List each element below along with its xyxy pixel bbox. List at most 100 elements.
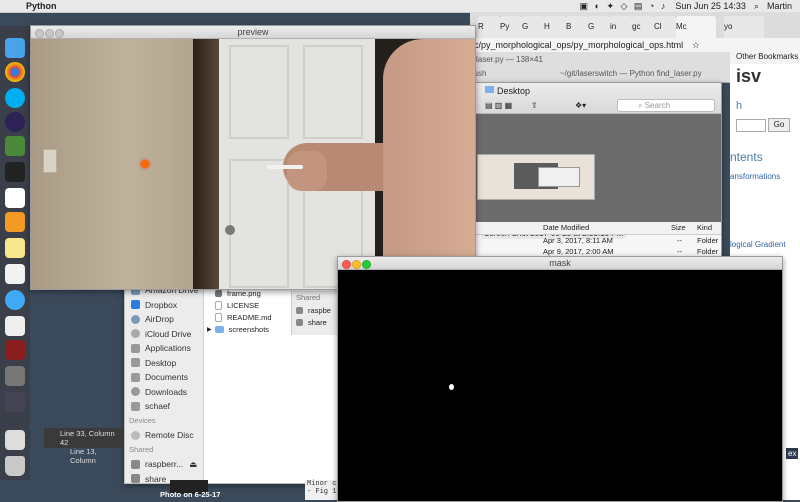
close-button[interactable] (342, 260, 351, 269)
utilities-icon[interactable] (5, 366, 25, 386)
eject-icon[interactable]: ⏏ (189, 459, 197, 470)
server-icon (131, 474, 140, 483)
eclipse-icon[interactable] (5, 112, 25, 132)
clock[interactable]: Sun Jun 25 14:33 (675, 1, 746, 11)
chrome-tab[interactable]: G (522, 16, 544, 38)
row-kind: Folder (697, 236, 719, 245)
search-icon[interactable]: ⌕ (754, 1, 759, 12)
dropbox-menu-icon[interactable]: ❖▾ (575, 101, 586, 110)
go-button[interactable]: Go (768, 118, 790, 132)
col-kind[interactable]: Kind (697, 222, 712, 234)
other-bookmarks[interactable]: Other Bookmarks (730, 52, 798, 61)
share-button[interactable]: ⇪ (531, 101, 538, 110)
applications-icon (131, 343, 140, 353)
icon-view-area: Screen Shot 2017-06-25 at 2.33.18 PM (471, 114, 721, 239)
mask-frame[interactable] (338, 270, 782, 501)
server-icon (296, 318, 303, 326)
preview-titlebar[interactable]: preview (31, 26, 475, 39)
launchpad-icon[interactable] (5, 392, 25, 412)
icloud-icon (131, 329, 140, 339)
chrome-tab[interactable]: yo (724, 16, 764, 38)
server-icon (296, 306, 303, 314)
textedit-icon[interactable] (5, 264, 25, 284)
toc-link[interactable]: ansformations (730, 172, 780, 181)
notes-icon[interactable] (5, 238, 25, 258)
finder-icon[interactable] (5, 38, 25, 58)
minimize-button[interactable] (352, 260, 361, 269)
sidebar-item-airdrop[interactable]: AirDrop (125, 312, 203, 327)
sidebar-item-desktop[interactable]: Desktop (125, 356, 203, 371)
search-field[interactable]: ⌕ Search (617, 99, 715, 112)
col-date-modified[interactable]: Date Modified (543, 222, 589, 234)
preview-window: preview (30, 25, 476, 290)
screenshot-thumbnail[interactable] (477, 154, 595, 200)
file-item[interactable]: LICENSE (205, 299, 291, 311)
sidebar-item-home[interactable]: schaef (125, 399, 203, 414)
sublime-text-icon[interactable] (5, 212, 25, 232)
row-size: -- (677, 247, 682, 256)
chrome-icon[interactable] (5, 62, 25, 82)
star-icon[interactable]: ☆ (692, 38, 700, 52)
photo-booth-icon[interactable] (5, 340, 25, 360)
file-item[interactable]: README.md (205, 311, 291, 323)
chrome-tab[interactable]: H (544, 16, 566, 38)
trash-icon[interactable] (5, 456, 25, 476)
chrome-tab[interactable]: B (566, 16, 588, 38)
chrome-tab[interactable]: gc (632, 16, 654, 38)
chrome-tab[interactable]: Py (500, 16, 522, 38)
search-placeholder: Search (644, 101, 671, 110)
sidebar-item-documents[interactable]: Documents (125, 370, 203, 385)
chrome-tab[interactable]: R (478, 16, 500, 38)
mask-window: mask (337, 256, 783, 502)
skype-icon[interactable] (5, 88, 25, 108)
sidebar-item-applications[interactable]: Applications (125, 341, 203, 356)
app-name[interactable]: Python (26, 1, 57, 11)
sidebar-item-dropbox[interactable]: Dropbox (125, 298, 203, 313)
pages-icon[interactable] (5, 316, 25, 336)
chrome-tab-active[interactable]: Mc (676, 16, 716, 38)
table-row[interactable]: Apr 3, 2017, 8:11 AM -- Folder (471, 235, 721, 246)
shared-header: Shared (296, 293, 321, 302)
editor-status-bar: Line 33, Column 42 Line 13, Column (44, 428, 124, 465)
shared-item[interactable]: raspbe (292, 304, 339, 316)
calendar-icon[interactable] (5, 188, 25, 208)
chrome-tab[interactable]: in (610, 16, 632, 38)
camera-frame[interactable] (31, 39, 475, 289)
door-knob (225, 225, 235, 235)
zoom-button[interactable] (55, 29, 64, 38)
sublime-icon[interactable] (5, 136, 25, 156)
terminal-icon[interactable] (5, 162, 25, 182)
toc-link[interactable]: logical Gradient (730, 240, 786, 249)
photo-caption: Photo on 6-25-17 (160, 490, 221, 499)
disclosure-triangle-icon[interactable]: ▶ (207, 326, 212, 333)
address-bar[interactable]: c/py_morphological_ops/py_morphological_… (470, 38, 800, 53)
url-text[interactable]: c/py_morphological_ops/py_morphological_… (470, 40, 683, 50)
chrome-tab[interactable]: G (588, 16, 610, 38)
sidebar-item-remote-disc[interactable]: Remote Disc (125, 428, 203, 443)
close-button[interactable] (35, 29, 44, 38)
chrome-tab[interactable]: Cl (654, 16, 676, 38)
col-size[interactable]: Size (671, 222, 686, 234)
terminal-window: laser.py — 138×41 ssh ~/git/laserswitch … (470, 52, 730, 83)
sidebar-item-icloud-drive[interactable]: iCloud Drive (125, 327, 203, 342)
view-button[interactable]: ▤ ▥ ▦ (485, 101, 512, 110)
chrome-tab-strip: R Py G H B G in gc Cl Mc yo (470, 12, 800, 38)
mask-titlebar[interactable]: mask (338, 257, 782, 270)
documents-stack-icon[interactable] (5, 430, 25, 450)
minimize-button[interactable] (45, 29, 54, 38)
sidebar-section-devices: Devices (129, 416, 156, 426)
user-name[interactable]: Martin (767, 1, 792, 11)
zoom-button[interactable] (362, 260, 371, 269)
file-icon (215, 312, 222, 322)
messages-icon[interactable] (5, 290, 25, 310)
search-input[interactable] (736, 119, 766, 132)
sidebar-item-raspberry[interactable]: raspberr... ⏏ (125, 457, 203, 472)
shared-item[interactable]: share (292, 316, 339, 328)
sidebar-item-downloads[interactable]: Downloads (125, 385, 203, 400)
server-icon (131, 459, 140, 469)
terminal-title: ~/git/laserswitch — Python find_laser.py (560, 69, 702, 78)
mask-blob (449, 384, 454, 390)
folder-item[interactable]: ▶ screenshots (205, 323, 291, 335)
hand (287, 151, 327, 191)
downloads-icon (131, 387, 140, 397)
